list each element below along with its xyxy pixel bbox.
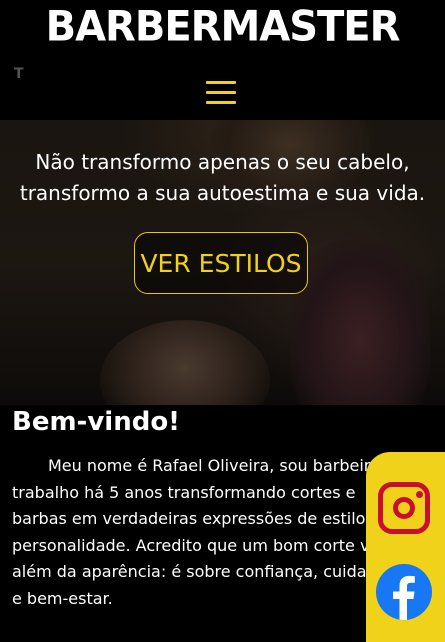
- cursor-glyph-icon: T: [14, 66, 24, 82]
- welcome-body: Meu nome é Rafael Oliveira, sou barbeiro…: [12, 456, 395, 608]
- hamburger-bar: [206, 91, 236, 94]
- facebook-f-glyph: [393, 575, 415, 620]
- social-links-panel: [366, 452, 445, 642]
- hero-background-client: [100, 320, 270, 405]
- instagram-icon[interactable]: [378, 482, 430, 534]
- hamburger-bar: [206, 101, 236, 104]
- hero-background-cape: [290, 240, 430, 405]
- welcome-title: Bem-vindo!: [12, 407, 181, 437]
- hero-section: Não transformo apenas o seu cabelo, tran…: [0, 120, 445, 405]
- hamburger-bar: [206, 81, 236, 84]
- hero-tagline: Não transformo apenas o seu cabelo, tran…: [19, 150, 426, 205]
- instagram-lens: [393, 497, 415, 519]
- hamburger-menu-icon[interactable]: [206, 79, 236, 105]
- brand-logo[interactable]: BARBERMASTER: [0, 3, 445, 51]
- instagram-dot: [416, 491, 423, 498]
- site-header: BARBERMASTER T: [0, 0, 445, 120]
- facebook-icon[interactable]: [376, 564, 432, 620]
- view-styles-button[interactable]: VER ESTILOS: [134, 232, 308, 294]
